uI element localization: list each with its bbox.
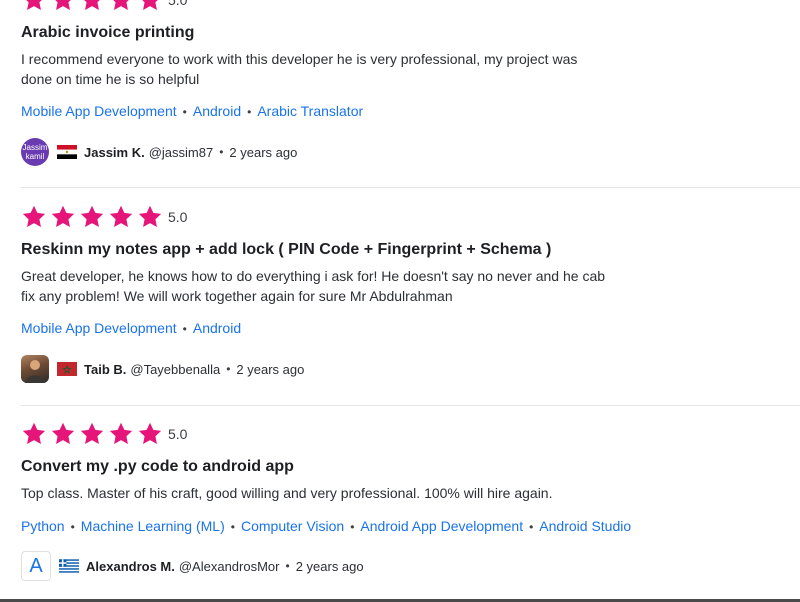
author-handle: @AlexandrosMor: [178, 558, 280, 574]
rating-score: 5.0: [168, 0, 188, 8]
skill-tag[interactable]: Computer Vision: [241, 518, 344, 534]
review-card: 5.0 Reskinn my notes app + add lock ( PI…: [21, 188, 800, 406]
separator-dot: •: [226, 362, 231, 376]
review-title: Convert my .py code to android app: [21, 458, 294, 475]
separator-dot: •: [247, 105, 252, 119]
review-card: 5.0 Arabic invoice printing I recommend …: [21, 0, 800, 188]
rating-stars: 5.0: [21, 0, 187, 14]
review-card: 5.0 Convert my .py code to android app T…: [21, 405, 800, 599]
skill-tag[interactable]: Android: [193, 103, 241, 119]
author-handle: @Tayebbenalla: [130, 361, 221, 377]
skill-tags: Python • Machine Learning (ML) • Computer Vi…: [21, 518, 631, 534]
review-time: 2 years ago: [295, 558, 364, 574]
review-time: 2 years ago: [236, 361, 305, 377]
review-author: A Alexandros M. @AlexandrosMor • 2 years…: [21, 551, 364, 581]
avatar[interactable]: Jassim kamil: [21, 138, 49, 166]
skill-tag[interactable]: Android Studio: [539, 518, 631, 534]
skill-tag[interactable]: Arabic Translator: [257, 103, 363, 119]
egypt-flag-icon: [57, 145, 77, 159]
separator-dot: •: [70, 520, 75, 534]
star-icon: [137, 204, 163, 230]
star-icon: [108, 204, 134, 230]
star-icon: [137, 0, 163, 13]
rating-score: 5.0: [168, 426, 188, 442]
avatar-initials-line: kamil: [25, 152, 45, 161]
avatar-initials-line: Jassim: [22, 143, 48, 152]
star-icon: [50, 204, 76, 230]
star-icon: [21, 204, 47, 230]
skill-tag[interactable]: Mobile App Development: [21, 103, 177, 119]
review-body: Great developer, he knows how to do ever…: [21, 268, 606, 304]
star-icon: [79, 204, 105, 230]
review-body: Top class. Master of his craft, good wil…: [21, 485, 553, 501]
star-icon: [21, 421, 47, 447]
star-icon: [108, 421, 134, 447]
skill-tags: Mobile App Development • Android • Arabic Tr…: [21, 103, 363, 119]
review-title: Reskinn my notes app + add lock ( PIN Co…: [21, 241, 552, 258]
separator-dot: •: [182, 105, 187, 119]
separator-dot: •: [219, 145, 224, 159]
rating-stars: 5.0: [21, 420, 187, 448]
avatar[interactable]: A: [21, 551, 51, 581]
review-time: 2 years ago: [229, 144, 298, 160]
separator-dot: •: [230, 520, 235, 534]
review-author: Jassim kamil Jassim K. @jassim87 • 2 year…: [21, 137, 297, 167]
author-handle: @jassim87: [148, 144, 214, 160]
author-name[interactable]: Taib B.: [84, 362, 126, 377]
greece-flag-icon: [59, 559, 79, 573]
avatar[interactable]: [21, 355, 49, 383]
skill-tag[interactable]: Machine Learning (ML): [81, 518, 225, 534]
avatar-letter: A: [29, 554, 43, 577]
skill-tag[interactable]: Android App Development: [360, 518, 523, 534]
star-icon: [50, 421, 76, 447]
user-photo-icon: [25, 360, 45, 383]
rating-score: 5.0: [168, 209, 188, 225]
skill-tag[interactable]: Android: [193, 320, 241, 336]
skill-tag[interactable]: Python: [21, 518, 65, 534]
author-name[interactable]: Alexandros M.: [86, 559, 175, 574]
morocco-flag-icon: [57, 362, 77, 376]
review-title: Arabic invoice printing: [21, 24, 195, 41]
star-icon: [79, 421, 105, 447]
review-body: I recommend everyone to work with this d…: [21, 51, 578, 87]
star-icon: [50, 0, 76, 13]
author-name[interactable]: Jassim K.: [84, 145, 145, 160]
star-icon: [108, 0, 134, 13]
skill-tags: Mobile App Development • Android: [21, 320, 241, 336]
separator-dot: •: [182, 322, 187, 336]
rating-stars: 5.0: [21, 203, 187, 231]
review-author: Taib B. @Tayebbenalla • 2 years ago: [21, 354, 304, 384]
star-icon: [21, 0, 47, 13]
star-icon: [79, 0, 105, 13]
separator-dot: •: [350, 520, 355, 534]
separator-dot: •: [285, 559, 290, 573]
skill-tag[interactable]: Mobile App Development: [21, 320, 177, 336]
star-icon: [137, 421, 163, 447]
separator-dot: •: [529, 520, 534, 534]
